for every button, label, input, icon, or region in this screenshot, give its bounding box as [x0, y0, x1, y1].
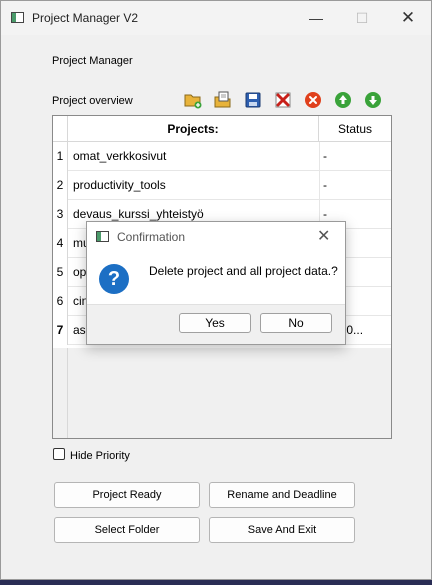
- question-icon: ?: [99, 264, 129, 294]
- title-bar: Project Manager V2 — ☐ ✕: [1, 1, 431, 35]
- column-divider: [319, 142, 320, 171]
- app-icon: [96, 231, 109, 242]
- move-up-icon[interactable]: [333, 90, 353, 110]
- delete-x-icon[interactable]: [273, 90, 293, 110]
- app-heading: Project Manager: [52, 55, 133, 67]
- confirmation-dialog: Confirmation ✕ ? Delete project and all …: [86, 221, 346, 345]
- rename-deadline-button[interactable]: Rename and Deadline: [209, 482, 355, 508]
- no-button[interactable]: No: [260, 313, 332, 333]
- yes-button[interactable]: Yes: [179, 313, 251, 333]
- desktop-background: [0, 580, 432, 585]
- row-number: 4: [53, 229, 68, 258]
- table-row[interactable]: 2 productivity_tools -: [53, 171, 391, 200]
- hide-priority-label[interactable]: Hide Priority: [70, 450, 130, 462]
- project-status[interactable]: -: [323, 171, 389, 200]
- app-icon: [11, 12, 24, 23]
- row-number: 1: [53, 142, 68, 171]
- column-divider: [319, 171, 320, 200]
- move-down-icon[interactable]: [363, 90, 383, 110]
- column-header-projects[interactable]: Projects:: [68, 116, 319, 142]
- minimize-button[interactable]: —: [293, 1, 339, 35]
- dialog-footer: Yes No: [87, 304, 345, 344]
- row-number: 5: [53, 258, 68, 287]
- empty-row-header-area: [53, 348, 68, 438]
- open-folder-icon[interactable]: [183, 90, 203, 110]
- project-ready-button[interactable]: Project Ready: [54, 482, 200, 508]
- table-corner: [53, 116, 68, 142]
- row-number: 6: [53, 287, 68, 316]
- maximize-button[interactable]: ☐: [339, 1, 385, 35]
- overview-label: Project overview: [52, 95, 133, 107]
- select-folder-button[interactable]: Select Folder: [54, 517, 200, 543]
- table-row[interactable]: 1 omat_verkkosivut -: [53, 142, 391, 171]
- dialog-body: ? Delete project and all project data.?: [87, 252, 345, 304]
- column-header-status[interactable]: Status: [319, 116, 391, 142]
- row-number: 7: [53, 316, 68, 345]
- main-window: Project Manager V2 — ☐ ✕ Project Manager…: [0, 0, 432, 580]
- close-icon[interactable]: ✕: [317, 226, 330, 246]
- remove-circle-icon[interactable]: [303, 90, 323, 110]
- project-name[interactable]: omat_verkkosivut: [73, 142, 317, 171]
- project-name[interactable]: productivity_tools: [73, 171, 317, 200]
- project-status[interactable]: -: [323, 142, 389, 171]
- open-file-icon[interactable]: [213, 90, 233, 110]
- dialog-title: Confirmation: [117, 230, 186, 244]
- dialog-message: Delete project and all project data.?: [149, 264, 338, 278]
- hide-priority-checkbox[interactable]: [53, 448, 65, 460]
- window-title: Project Manager V2: [32, 11, 139, 25]
- row-number: 3: [53, 200, 68, 229]
- save-exit-button[interactable]: Save And Exit: [209, 517, 355, 543]
- row-number: 2: [53, 171, 68, 200]
- save-icon[interactable]: [243, 90, 263, 110]
- dialog-title-bar: Confirmation ✕: [87, 222, 345, 252]
- close-button[interactable]: ✕: [385, 1, 431, 35]
- empty-table-area: [68, 348, 391, 438]
